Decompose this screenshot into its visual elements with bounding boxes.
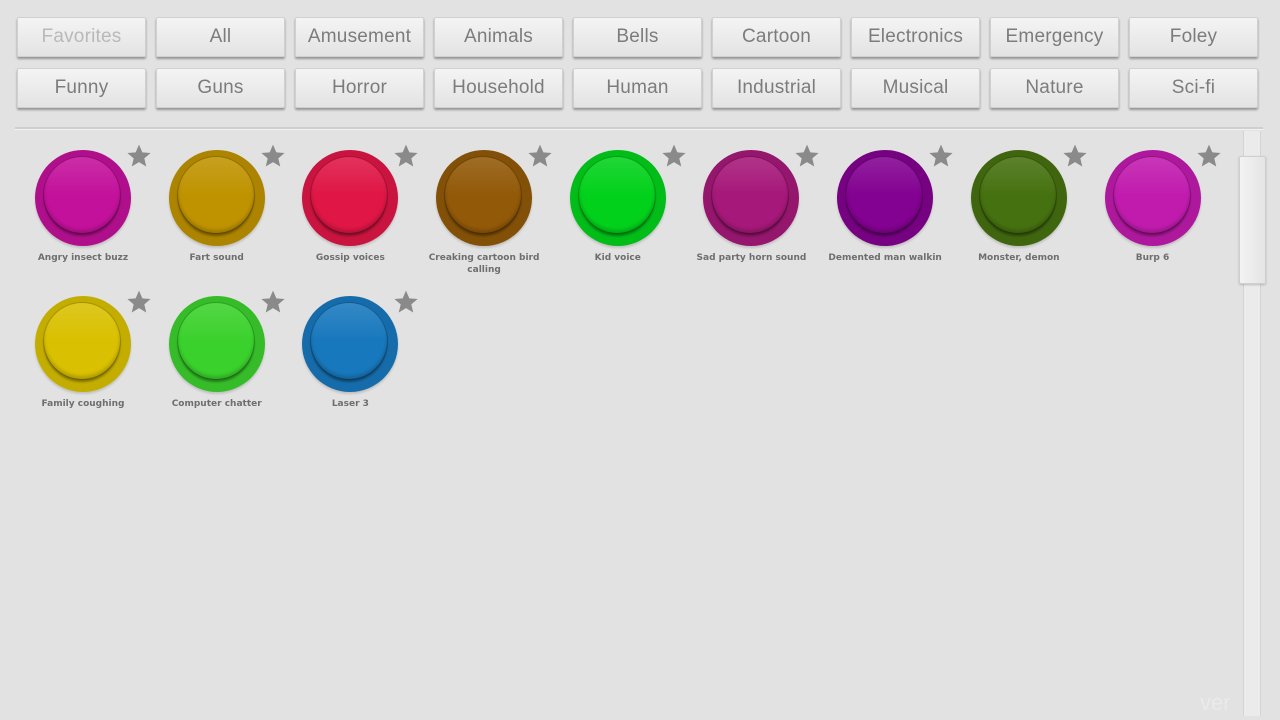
sound-tile: Fart sound <box>150 140 286 268</box>
sound-button-grid: Angry insect buzz Fart sound Gossip voic… <box>16 140 1226 414</box>
star-icon[interactable] <box>928 143 954 169</box>
sound-play-button[interactable] <box>168 150 265 246</box>
sound-tile: Burp 6 <box>1086 140 1222 268</box>
star-icon[interactable] <box>1062 143 1088 169</box>
sound-tile: Kid voice <box>551 140 687 268</box>
sound-label: Fart sound <box>189 253 244 263</box>
star-icon[interactable] <box>1196 143 1222 169</box>
star-icon[interactable] <box>393 289 419 315</box>
sound-label: Sad party horn sound <box>696 253 807 263</box>
star-icon[interactable] <box>260 289 286 315</box>
sound-label: Angry insect buzz <box>37 253 129 263</box>
category-button-industrial[interactable]: Industrial <box>712 68 841 108</box>
sound-tile: Computer chatter <box>150 286 286 414</box>
sound-play-button[interactable] <box>703 150 800 246</box>
sound-play-button[interactable] <box>970 150 1067 246</box>
star-icon[interactable] <box>393 143 419 169</box>
sound-play-button[interactable] <box>302 150 399 246</box>
sound-tile: Laser 3 <box>283 286 419 414</box>
category-button-cartoon[interactable]: Cartoon <box>712 17 841 57</box>
sound-play-button[interactable] <box>35 296 131 392</box>
sound-tile: Angry insect buzz <box>16 140 152 268</box>
sound-label: Family coughing <box>41 399 125 409</box>
category-button-emergency[interactable]: Emergency <box>990 17 1119 57</box>
category-button-amusement[interactable]: Amusement <box>295 17 424 57</box>
sound-tile: Demented man walkin <box>818 140 954 268</box>
category-button-grid: Favorites All Amusement Animals Bells Ca… <box>17 17 1262 108</box>
sound-label: Gossip voices <box>315 253 385 263</box>
star-icon[interactable] <box>661 143 687 169</box>
sound-tile: Monster, demon <box>952 140 1088 268</box>
category-button-musical[interactable]: Musical <box>851 68 980 108</box>
sound-play-button[interactable] <box>436 150 533 246</box>
sound-play-button[interactable] <box>1104 150 1201 246</box>
category-button-household[interactable]: Household <box>434 68 563 108</box>
star-icon[interactable] <box>260 143 286 169</box>
star-icon[interactable] <box>126 289 152 315</box>
sound-play-button[interactable] <box>168 296 265 392</box>
category-button-foley[interactable]: Foley <box>1129 17 1258 57</box>
category-button-human[interactable]: Human <box>573 68 702 108</box>
scrollbar-thumb[interactable] <box>1239 156 1266 284</box>
category-button-favorites[interactable]: Favorites <box>17 17 146 57</box>
star-icon[interactable] <box>527 143 553 169</box>
version-watermark: ver <box>1200 690 1231 715</box>
sound-play-button[interactable] <box>35 150 131 246</box>
sound-label: Demented man walkin <box>828 253 942 263</box>
category-button-nature[interactable]: Nature <box>990 68 1119 108</box>
sound-tile: Creaking cartoon bird calling <box>417 140 553 275</box>
sound-tile: Gossip voices <box>283 140 419 268</box>
sound-play-button[interactable] <box>837 150 934 246</box>
category-button-horror[interactable]: Horror <box>295 68 424 108</box>
category-button-funny[interactable]: Funny <box>17 68 146 108</box>
sound-label: Monster, demon <box>978 253 1060 263</box>
sound-label: Kid voice <box>594 253 641 263</box>
star-icon[interactable] <box>126 143 152 169</box>
soundboard-screen: Favorites All Amusement Animals Bells Ca… <box>0 0 1280 720</box>
sound-tile: Family coughing <box>16 286 152 414</box>
divider <box>15 127 1263 130</box>
sound-label: Burp 6 <box>1135 253 1170 263</box>
sound-label: Laser 3 <box>331 399 369 409</box>
category-button-all[interactable]: All <box>156 17 285 57</box>
category-button-electronics[interactable]: Electronics <box>851 17 980 57</box>
star-icon[interactable] <box>794 143 820 169</box>
category-button-guns[interactable]: Guns <box>156 68 285 108</box>
category-button-animals[interactable]: Animals <box>434 17 563 57</box>
sound-tile: Sad party horn sound <box>684 140 820 268</box>
sound-label: Computer chatter <box>171 399 262 409</box>
sound-label: Creaking cartoon bird calling <box>428 253 540 275</box>
sound-play-button[interactable] <box>302 296 399 392</box>
sound-play-button[interactable] <box>569 150 666 246</box>
category-button-sci-fi[interactable]: Sci-fi <box>1129 68 1258 108</box>
category-button-bells[interactable]: Bells <box>573 17 702 57</box>
